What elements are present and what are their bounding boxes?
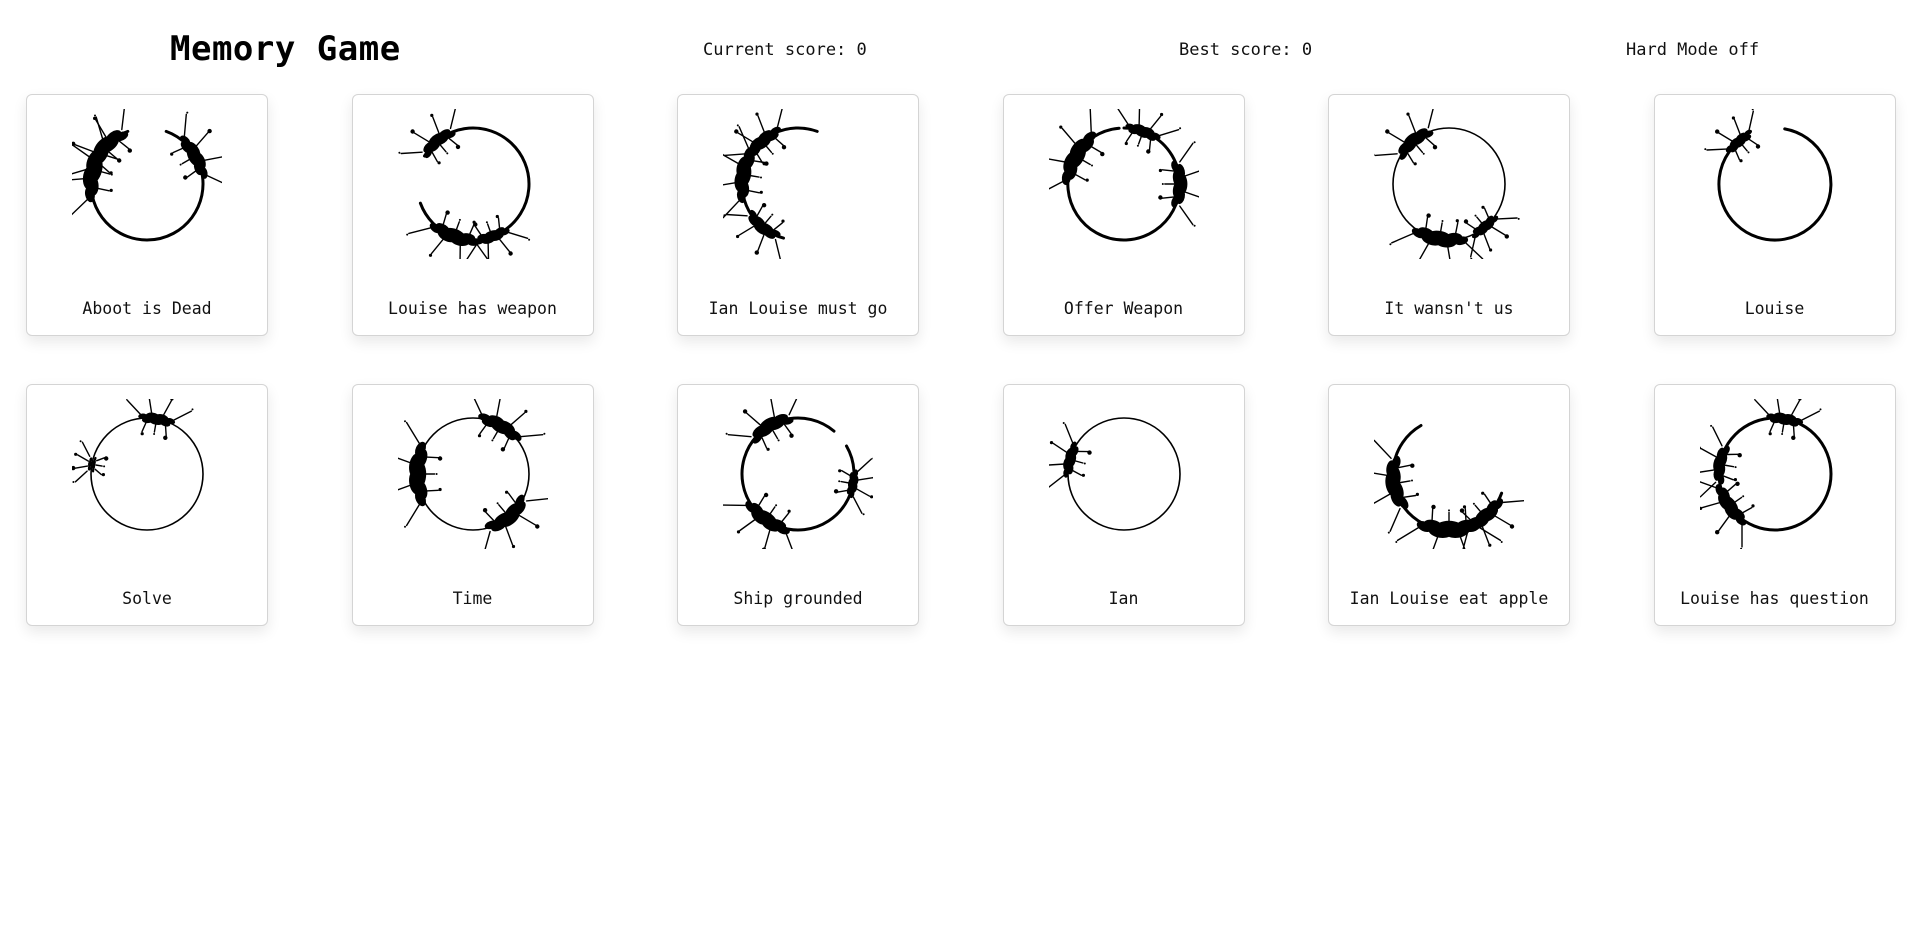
logogram-it-wasnt-us-icon xyxy=(1374,109,1524,259)
logogram-ship-grounded-icon xyxy=(723,399,873,549)
logogram-offer-weapon-icon xyxy=(1048,109,1199,259)
current-score: Current score: 0 xyxy=(703,40,867,60)
memory-card[interactable]: Ship grounded xyxy=(677,384,919,626)
best-score: Best score: 0 xyxy=(1179,40,1313,60)
memory-card[interactable]: Offer Weapon xyxy=(1002,94,1245,336)
memory-card[interactable]: Ian Louise eat apple xyxy=(1328,384,1570,626)
card-label: Ian Louise must go xyxy=(708,299,888,318)
card-label: It wansn't us xyxy=(1384,299,1514,318)
card-label: Ship grounded xyxy=(733,589,863,608)
memory-card[interactable]: Solve xyxy=(26,384,268,626)
card-label: Solve xyxy=(122,589,172,608)
logogram-solve-icon xyxy=(72,399,222,549)
memory-card[interactable]: Time xyxy=(351,384,594,626)
memory-card[interactable]: Ian Louise must go xyxy=(677,94,919,336)
memory-card[interactable]: Aboot is Dead xyxy=(26,94,268,336)
card-label: Louise xyxy=(1744,299,1805,318)
card-label: Louise has question xyxy=(1680,589,1869,608)
logogram-louise-icon xyxy=(1700,109,1850,259)
card-label: Time xyxy=(452,589,493,608)
logogram-ian-louise-must-go-icon xyxy=(723,109,873,259)
card-grid: Aboot is Dead Louise has weapon Ian Loui… xyxy=(26,94,1896,626)
card-label: Ian xyxy=(1108,589,1139,608)
hard-mode-toggle[interactable]: Hard Mode off xyxy=(1626,40,1759,60)
logogram-time-icon xyxy=(397,399,548,549)
logogram-louise-has-weapon-icon xyxy=(397,109,548,259)
memory-card[interactable]: Louise has weapon xyxy=(351,94,594,336)
card-label: Offer Weapon xyxy=(1063,299,1184,318)
memory-card[interactable]: Louise has question xyxy=(1653,384,1896,626)
logogram-aboot-is-dead-icon xyxy=(72,109,222,259)
logogram-ian-louise-eat-apple-icon xyxy=(1374,399,1524,549)
card-label: Aboot is Dead xyxy=(82,299,212,318)
logogram-ian-icon xyxy=(1048,399,1199,549)
logogram-louise-has-question-icon xyxy=(1699,399,1850,549)
game-header: Memory Game Current score: 0 Best score:… xyxy=(0,0,1920,95)
memory-card[interactable]: Ian xyxy=(1002,384,1245,626)
card-label: Louise has weapon xyxy=(388,299,557,318)
page-title: Memory Game xyxy=(170,29,401,69)
card-label: Ian Louise eat apple xyxy=(1349,589,1549,608)
memory-card[interactable]: Louise xyxy=(1653,94,1896,336)
memory-card[interactable]: It wansn't us xyxy=(1328,94,1570,336)
